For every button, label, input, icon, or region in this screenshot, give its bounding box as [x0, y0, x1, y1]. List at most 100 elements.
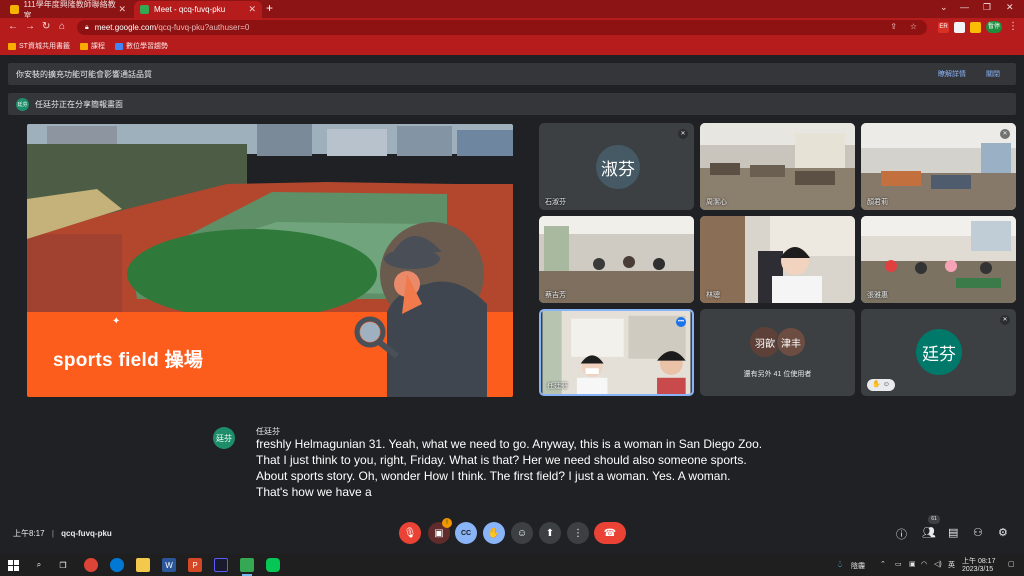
raise-hand-button[interactable]: ✋ [483, 522, 505, 544]
participant-tile[interactable]: 林聰 [700, 216, 855, 303]
tray-up-arrow-icon[interactable]: ⌃ [880, 560, 886, 568]
back-icon[interactable]: ← [8, 21, 18, 32]
presenting-banner: 廷芬 任廷芬正在分享簡報畫面 [8, 93, 1016, 115]
browser-tab-strip: 111學年度興隆教師聯絡教室 ✕ Meet - qcq-fuvq-pku ✕ +… [0, 0, 1024, 20]
classroom-favicon-icon [10, 5, 19, 14]
more-vert-icon: ⋮ [573, 527, 583, 539]
participant-tile[interactable]: 廷芬 ✕ ✋ ☺ [861, 309, 1016, 396]
clock-date[interactable]: 2023/3/15 [962, 566, 993, 573]
network-icon[interactable]: ▭ [895, 560, 902, 568]
menu-kebab-icon[interactable]: ⋮ [1008, 21, 1018, 32]
chat-icon[interactable]: ▤ [948, 526, 958, 539]
participant-tile[interactable]: 蔡吉芳 [539, 216, 694, 303]
close-window-icon[interactable]: ✕ [1006, 2, 1014, 13]
weather-icon[interactable]: 💧︎ [838, 559, 842, 570]
start-windows-icon[interactable] [6, 558, 20, 572]
presentation-screen[interactable]: ✦ sports field 操場 [27, 124, 513, 397]
meeting-info: 上午8:17 | qcq-fuvq-pku [13, 529, 112, 538]
participant-name: 顏君莉 [867, 199, 888, 206]
mic-off-icon: ✕ [1000, 315, 1010, 325]
minimize-icon[interactable]: — [960, 2, 969, 12]
bookmark-item[interactable]: 數位學習趨勢 [114, 41, 168, 51]
profile-avatar[interactable]: 暫停 [986, 21, 1002, 33]
host-controls-icon[interactable]: ⚙ [998, 526, 1008, 539]
participant-tile[interactable]: 周潔心 [700, 123, 855, 210]
close-tab-icon[interactable]: ✕ [118, 4, 126, 15]
mic-off-icon: ✕ [1000, 129, 1010, 139]
tab-classroom[interactable]: 111學年度興隆教師聯絡教室 ✕ [4, 0, 132, 20]
reload-icon[interactable]: ↻ [42, 21, 50, 32]
reaction-chip: ✋ ☺ [867, 379, 895, 391]
bookmark-item[interactable]: 課程 [79, 41, 105, 51]
volume-icon[interactable]: ◁) [934, 560, 942, 568]
camera-warning-badge: ! [442, 518, 452, 528]
mic-off-icon: 🎙︎ [403, 527, 417, 539]
extension-puzzle-icon[interactable] [970, 22, 981, 33]
chrome-icon[interactable] [84, 558, 98, 572]
app-tray-icon[interactable]: ▣ [909, 560, 916, 568]
teacher-video [700, 216, 855, 303]
clock-time[interactable]: 上午 08:17 [962, 556, 995, 566]
windows-taskbar: ⌕ ❐ W P 💧︎ 陰霾 ⌃ ▭ ▣ ◠ ◁) 英 上午 08:17 2023… [0, 554, 1024, 576]
new-tab-button[interactable]: + [266, 1, 273, 15]
extension-badge-icon[interactable]: ER [938, 22, 949, 33]
caption-speaker-avatar: 廷芬 [213, 427, 235, 449]
learn-more-link[interactable]: 瞭解詳情 [938, 69, 966, 79]
wifi-icon[interactable]: ◠ [921, 560, 927, 568]
camera-toggle-button[interactable]: ▣ ! [428, 518, 452, 544]
line-icon[interactable] [266, 558, 280, 572]
meet-app-icon[interactable] [240, 558, 254, 572]
present-screen-button[interactable]: ⬆ [539, 522, 561, 544]
meeting-code: qcq-fuvq-pku [61, 529, 112, 538]
word-icon[interactable]: W [162, 558, 176, 572]
tab-meet[interactable]: Meet - qcq-fuvq-pku ✕ [134, 1, 262, 18]
participant-count-badge: 61 [928, 515, 940, 524]
leave-call-button[interactable]: ☎ [594, 522, 626, 544]
activities-icon[interactable]: ⚇ [973, 526, 983, 539]
others-tile[interactable]: 羽歆 津丰 還有另外 41 位使用者 [700, 309, 855, 396]
mic-toggle-button[interactable]: 🎙︎ [399, 522, 421, 544]
address-bar[interactable]: 🔒︎ meet.google.com /qcq-fuvq-pku?authuse… [77, 20, 927, 35]
people-icon[interactable]: 👥︎ 61 [922, 515, 940, 539]
tab-search-icon[interactable]: ⌄ [940, 2, 948, 13]
emoji-reaction-button[interactable]: ☺ [511, 522, 533, 544]
svg-text:✦: ✦ [112, 316, 120, 327]
others-count-label: 還有另外 41 位使用者 [743, 371, 812, 378]
more-options-button[interactable]: ⋮ [567, 522, 589, 544]
hand-icon: ✋ [487, 527, 501, 539]
bookmark-star-icon[interactable]: ☆ [910, 22, 917, 31]
caption-speaker-name: 任廷芬 [256, 427, 280, 436]
bookmark-item[interactable]: ST資城共用書籤 [8, 41, 70, 51]
presenter-avatar: 廷芬 [16, 97, 29, 111]
home-icon[interactable]: ⌂ [59, 21, 65, 32]
close-tab-icon[interactable]: ✕ [248, 4, 256, 15]
meeting-details-icon[interactable]: ⓘ [896, 526, 907, 542]
participant-avatar: 淑芬 [596, 145, 640, 189]
captions-button[interactable]: CC [455, 522, 477, 544]
powerpoint-icon[interactable]: P [188, 558, 202, 572]
camera-off-icon: ▣ [434, 527, 444, 539]
input-language[interactable]: 英 [948, 560, 955, 570]
weather-label: 陰霾 [851, 563, 865, 570]
forward-icon[interactable]: → [25, 21, 35, 32]
task-view-icon[interactable]: ❐ [56, 558, 70, 572]
edge-icon[interactable] [110, 558, 124, 572]
extension-icon[interactable] [954, 22, 965, 33]
folder-icon [8, 42, 16, 50]
maximize-icon[interactable]: ❐ [983, 2, 991, 13]
file-explorer-icon[interactable] [136, 558, 150, 572]
app-icon[interactable] [214, 558, 228, 572]
slide-title: sports field 操場 [53, 350, 204, 371]
emoji-icon: ☺ [516, 527, 528, 539]
participant-tile[interactable]: ✕ 顏君莉 [861, 123, 1016, 210]
participant-name: 周潔心 [706, 199, 727, 206]
participant-tile[interactable]: 淑芬 ✕ 石淑芬 [539, 123, 694, 210]
caption-line: That I just think to you, right, Friday.… [256, 453, 747, 467]
notifications-icon[interactable]: ▢ [1008, 560, 1015, 568]
participant-name: 張雅惠 [867, 292, 888, 299]
participant-tile[interactable]: 張雅惠 [861, 216, 1016, 303]
participant-tile-active-speaker[interactable]: ••• 任廷芬 [539, 309, 694, 396]
search-icon[interactable]: ⌕ [32, 558, 46, 572]
share-icon[interactable]: ⇪ [890, 22, 897, 31]
dismiss-banner-button[interactable]: 關閉 [986, 69, 1000, 79]
